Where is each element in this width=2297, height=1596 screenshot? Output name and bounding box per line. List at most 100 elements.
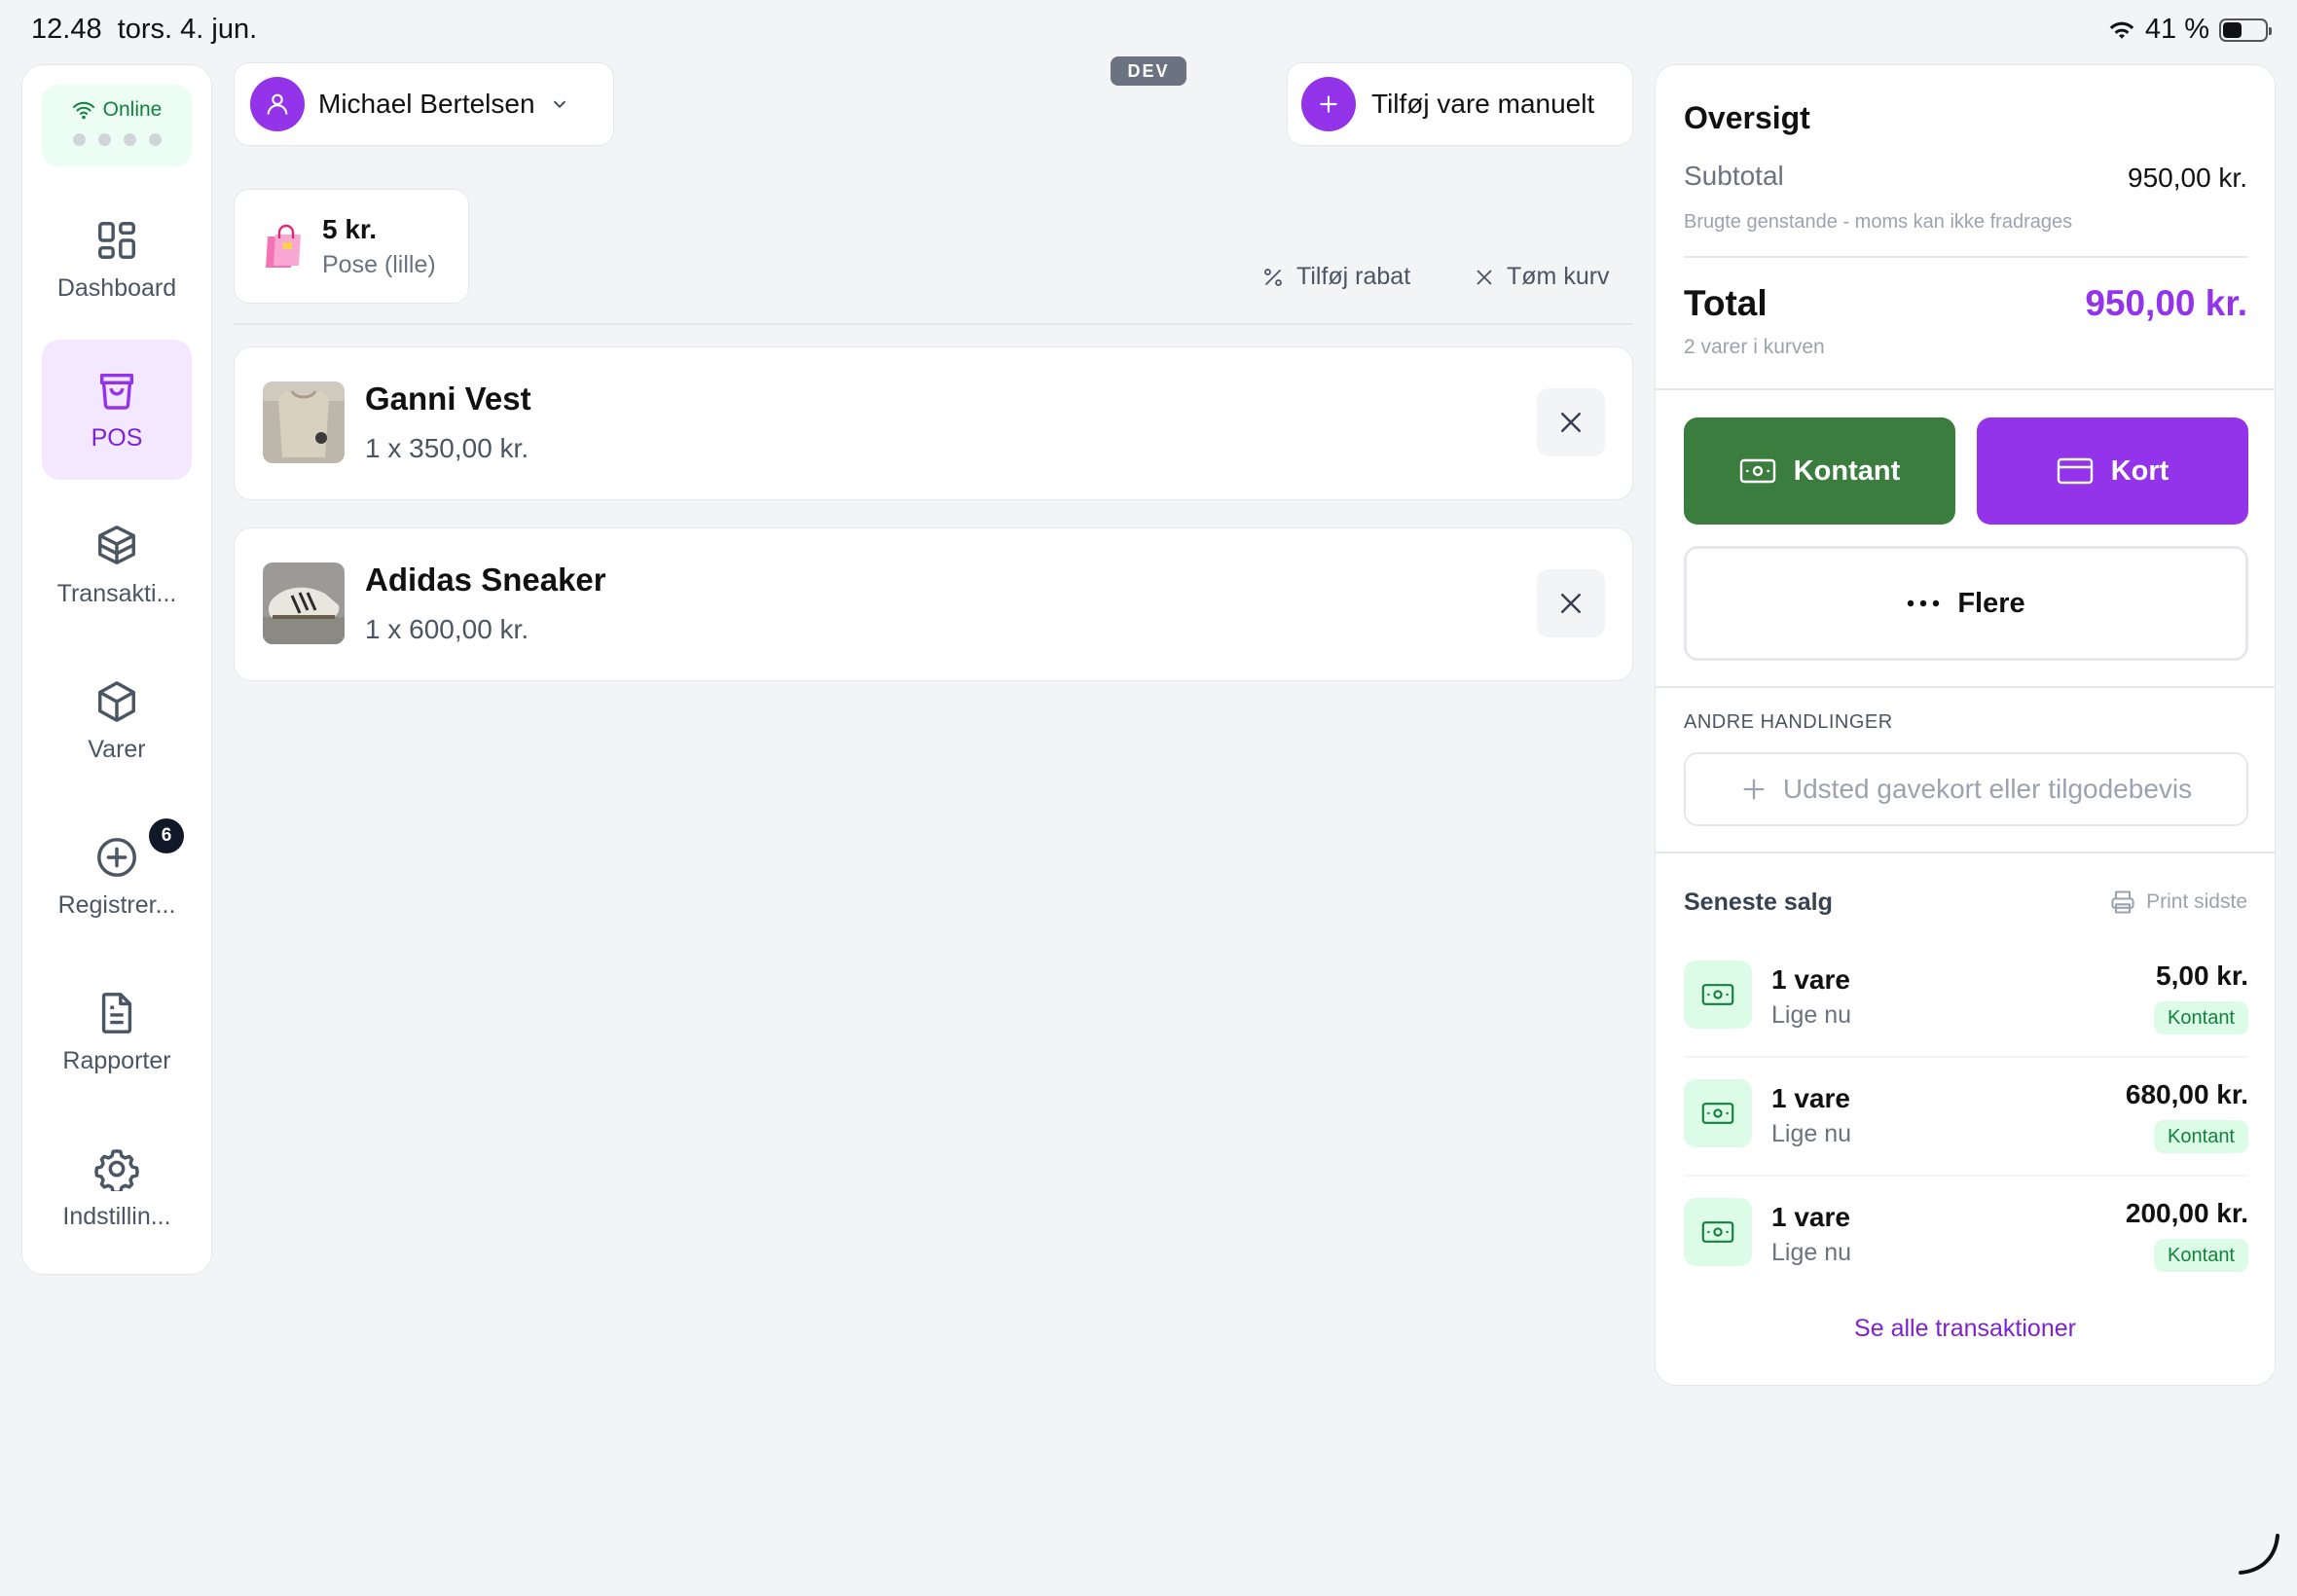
recent-sale-row[interactable]: 1 vare Lige nu 680,00 kr. Kontant bbox=[1684, 1058, 2248, 1177]
battery-level bbox=[2223, 21, 2242, 38]
date: tors. 4. jun. bbox=[117, 14, 258, 45]
print-last-label: Print sidste bbox=[2146, 890, 2247, 913]
sale-item-count: 1 vare bbox=[1771, 1202, 1850, 1232]
add-discount-button[interactable]: Tilføj rabat bbox=[1261, 263, 1410, 291]
shopping-bag-icon bbox=[99, 373, 134, 410]
cash-icon bbox=[1684, 961, 1752, 1029]
wifi-icon bbox=[2109, 21, 2134, 39]
nav-reports[interactable]: Rapporter bbox=[42, 962, 192, 1103]
close-icon bbox=[1561, 413, 1581, 432]
clear-cart-button[interactable]: Tøm kurv bbox=[1474, 263, 1610, 291]
product-thumbnail bbox=[263, 562, 345, 644]
user-icon bbox=[250, 77, 305, 131]
shopping-bags-icon bbox=[266, 224, 301, 268]
connection-label: Online bbox=[102, 98, 163, 121]
cash-icon bbox=[1684, 1079, 1752, 1147]
remove-item-button[interactable] bbox=[1537, 388, 1605, 456]
pay-card-button[interactable]: Kort bbox=[1977, 417, 2248, 525]
recent-sale-row[interactable]: 1 vare Lige nu 200,00 kr. Kontant bbox=[1684, 1177, 2248, 1295]
connection-dots bbox=[42, 133, 192, 146]
total-label: Total bbox=[1684, 283, 1768, 323]
quick-product-price: 5 kr. bbox=[322, 213, 378, 244]
add-item-manually-button[interactable]: Tilføj vare manuelt bbox=[1287, 62, 1633, 146]
payment-method-badge: Kontant bbox=[2154, 1120, 2248, 1153]
panel-title: Oversigt bbox=[1684, 100, 1810, 135]
status-bar: 12.48 tors. 4. jun. 41 % bbox=[0, 0, 2297, 62]
dashboard-icon bbox=[98, 221, 135, 259]
cart-item: Ganni Vest 1 x 350,00 kr. bbox=[234, 346, 1633, 500]
nav-label: Dashboard bbox=[56, 273, 177, 302]
subtotal-value: 950,00 kr. bbox=[2128, 163, 2247, 193]
quick-product-info: 5 kr. Pose (lille) bbox=[322, 214, 436, 279]
notification-badge: 6 bbox=[149, 818, 184, 853]
battery-icon bbox=[2219, 18, 2272, 42]
product-thumbnail bbox=[263, 381, 345, 463]
other-actions-title: ANDRE HANDLINGER bbox=[1684, 711, 1893, 733]
divider bbox=[1656, 852, 2275, 853]
wifi-icon bbox=[72, 101, 94, 120]
credit-card-icon bbox=[2057, 457, 2093, 485]
divider bbox=[1656, 388, 2275, 390]
sale-amount: 200,00 kr. bbox=[2125, 1198, 2248, 1228]
issue-gift-card-label: Udsted gavekort eller tilgodebevis bbox=[1782, 774, 2193, 804]
transactions-box-icon bbox=[98, 525, 135, 564]
sale-time: Lige nu bbox=[1771, 1120, 1852, 1147]
plus-icon bbox=[1301, 77, 1356, 131]
sale-amount: 5,00 kr. bbox=[2156, 961, 2248, 991]
more-payment-options-button[interactable]: Flere bbox=[1684, 546, 2248, 661]
quick-product-name: Pose (lille) bbox=[322, 250, 436, 278]
sale-item-count: 1 vare bbox=[1771, 1083, 1850, 1113]
more-dots-icon bbox=[1908, 599, 1940, 607]
sale-time: Lige nu bbox=[1771, 1001, 1852, 1029]
payment-method-badge: Kontant bbox=[2154, 1001, 2248, 1034]
print-last-button[interactable]: Print sidste bbox=[2109, 889, 2247, 916]
add-discount-label: Tilføj rabat bbox=[1296, 263, 1411, 290]
nav-label: Registrer... bbox=[57, 890, 176, 919]
close-icon bbox=[1477, 270, 1492, 284]
status-indicators: 41 % bbox=[2108, 14, 2272, 46]
nav-label: Rapporter bbox=[62, 1046, 171, 1074]
pay-card-label: Kort bbox=[2110, 454, 2169, 487]
cart-item-name: Adidas Sneaker bbox=[365, 562, 606, 598]
more-label: Flere bbox=[1957, 587, 2025, 619]
nav-pos[interactable]: POS bbox=[42, 340, 192, 480]
customer-selector[interactable]: Michael Bertelsen bbox=[234, 62, 614, 146]
cart-item-quantity-price: 1 x 600,00 kr. bbox=[365, 614, 529, 644]
divider bbox=[234, 323, 1633, 325]
nav-settings[interactable]: Indstillin... bbox=[42, 1118, 192, 1258]
cash-icon bbox=[1684, 1198, 1752, 1266]
package-icon bbox=[98, 680, 135, 722]
remove-item-button[interactable] bbox=[1537, 569, 1605, 637]
order-summary-panel: Oversigt Subtotal 950,00 kr. Brugte gens… bbox=[1655, 64, 2276, 1386]
nav-label: POS bbox=[91, 423, 143, 452]
divider bbox=[1684, 256, 2247, 258]
nav-transactions[interactable]: Transakti... bbox=[42, 495, 192, 635]
nav-dashboard[interactable]: Dashboard bbox=[42, 190, 192, 330]
plus-icon bbox=[1743, 779, 1765, 800]
scroll-indicator-icon bbox=[2239, 1534, 2279, 1575]
clock: 12.48 bbox=[31, 14, 102, 45]
subtotal-label: Subtotal bbox=[1684, 161, 1784, 191]
payment-method-badge: Kontant bbox=[2154, 1239, 2248, 1272]
recent-sales-title: Seneste salg bbox=[1684, 889, 1833, 916]
sale-time: Lige nu bbox=[1771, 1239, 1852, 1266]
plus-circle-icon bbox=[97, 837, 136, 877]
close-icon bbox=[1561, 594, 1581, 613]
see-all-transactions-link[interactable]: Se alle transaktioner bbox=[1656, 1315, 2275, 1343]
issue-gift-card-button[interactable]: Udsted gavekort eller tilgodebevis bbox=[1684, 752, 2248, 826]
status-time: 12.48 tors. 4. jun. bbox=[31, 14, 257, 46]
gear-icon bbox=[94, 1148, 139, 1191]
vat-note: Brugte genstande - moms kan ikke fradrag… bbox=[1684, 211, 2073, 233]
printer-icon bbox=[2111, 890, 2134, 914]
quick-product-bag[interactable]: 5 kr. Pose (lille) bbox=[234, 189, 469, 304]
recent-sale-row[interactable]: 1 vare Lige nu 5,00 kr. Kontant bbox=[1684, 939, 2248, 1058]
pay-cash-button[interactable]: Kontant bbox=[1684, 417, 1955, 525]
nav-label: Varer bbox=[88, 735, 146, 763]
connection-status: Online bbox=[42, 85, 192, 166]
document-icon bbox=[101, 992, 132, 1034]
cart-item-quantity-price: 1 x 350,00 kr. bbox=[365, 433, 529, 463]
battery-percent: 41 % bbox=[2144, 14, 2209, 45]
nav-register[interactable]: Registrer... 6 bbox=[42, 807, 192, 947]
environment-badge: DEV bbox=[1111, 56, 1186, 86]
nav-products[interactable]: Varer bbox=[42, 651, 192, 791]
